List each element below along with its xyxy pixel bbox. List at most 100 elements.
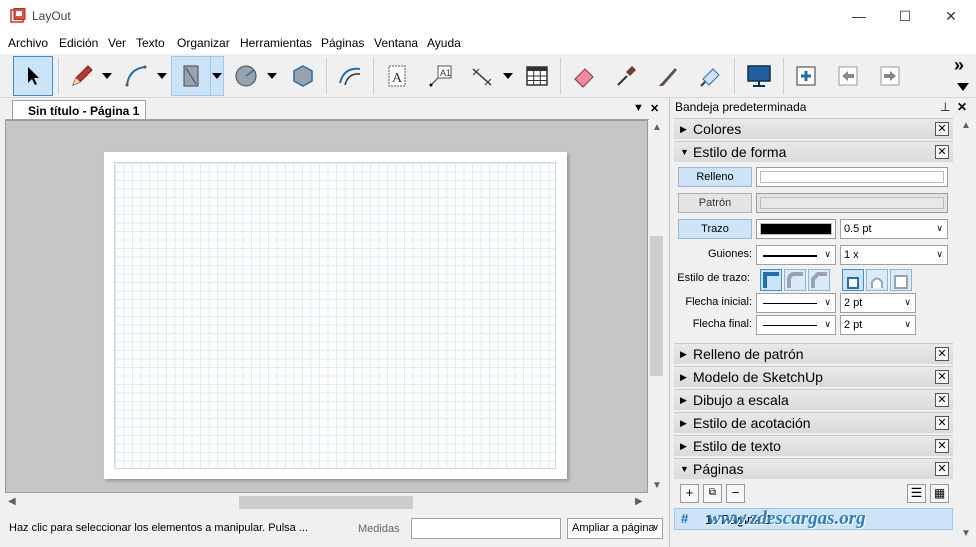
toolbar-options-dropdown[interactable] <box>957 80 969 94</box>
tray-close-icon[interactable]: ✕ <box>957 100 967 114</box>
panel-close-icon[interactable]: ✕ <box>935 370 949 384</box>
dash-scale-select[interactable]: 1 x ∨ <box>840 245 948 265</box>
document-tab-menu[interactable]: ▼ <box>633 102 644 114</box>
previous-page-button[interactable] <box>828 56 868 96</box>
add-page-small-button[interactable]: + <box>680 484 699 503</box>
menu-organizar[interactable]: Organizar <box>177 36 230 50</box>
text-tool-button[interactable]: A <box>377 56 417 96</box>
presentation-button[interactable] <box>739 56 779 96</box>
stroke-color-swatch[interactable] <box>756 219 836 239</box>
pattern-swatch[interactable] <box>756 193 948 213</box>
menu-texto[interactable]: Texto <box>136 36 165 50</box>
panel-estilo-acotacion[interactable]: ▶ Estilo de acotación ✕ <box>674 412 953 433</box>
maximize-button[interactable]: ☐ <box>882 0 928 32</box>
rectangle-icon <box>183 65 199 87</box>
offset-tool-button[interactable] <box>330 56 370 96</box>
menu-ver[interactable]: Ver <box>108 36 126 50</box>
line-tool-dropdown[interactable] <box>100 68 114 84</box>
panel-close-icon[interactable]: ✕ <box>935 439 949 453</box>
select-tool-button[interactable] <box>13 56 53 96</box>
menu-edicion[interactable]: Edición <box>59 36 98 50</box>
close-window-button[interactable]: ✕ <box>928 0 974 32</box>
dimension-tool-button[interactable] <box>462 56 502 96</box>
page-sheet[interactable] <box>104 152 567 479</box>
label-tool-button[interactable]: A1 <box>420 56 460 96</box>
thumbnail-view-button[interactable]: ▦ <box>930 484 949 503</box>
panel-close-icon[interactable]: ✕ <box>935 145 949 159</box>
panel-dibujo-escala[interactable]: ▶ Dibujo a escala ✕ <box>674 389 953 410</box>
status-bar: Haz clic para seleccionar los elementos … <box>0 514 669 547</box>
scroll-left-icon[interactable]: ◀ <box>8 496 16 507</box>
cap-square-button[interactable] <box>890 269 912 291</box>
vertical-scrollbar[interactable]: ▲ ▼ <box>648 120 665 493</box>
rectangle-tool-dropdown[interactable] <box>210 56 224 96</box>
scroll-right-icon[interactable]: ▶ <box>635 496 643 507</box>
panel-close-icon[interactable]: ✕ <box>935 122 949 136</box>
scroll-up-icon[interactable]: ▲ <box>961 120 971 131</box>
document-tab[interactable]: Sin título - Página 1 <box>12 100 146 120</box>
join-round-button[interactable] <box>784 269 806 291</box>
scroll-up-icon[interactable]: ▲ <box>652 122 662 133</box>
scroll-down-icon[interactable]: ▼ <box>961 528 971 539</box>
stroke-toggle-button[interactable]: Trazo <box>678 219 752 239</box>
split-tool-button[interactable] <box>648 56 688 96</box>
rectangle-tool-button[interactable] <box>171 56 211 96</box>
end-arrow-select[interactable]: ∨ <box>756 315 836 335</box>
menu-ventana[interactable]: Ventana <box>374 36 418 50</box>
zoom-select[interactable]: Ampliar a página ∨ <box>567 518 663 539</box>
menu-archivo[interactable]: Archivo <box>8 36 48 50</box>
eraser-tool-button[interactable] <box>564 56 604 96</box>
pin-icon[interactable]: ⊥ <box>940 100 950 114</box>
panel-close-icon[interactable]: ✕ <box>935 462 949 476</box>
panel-relleno-patron[interactable]: ▶ Relleno de patrón ✕ <box>674 343 953 364</box>
document-tab-close[interactable]: ✕ <box>650 102 659 115</box>
horizontal-scrollbar[interactable]: ◀ ▶ <box>5 494 648 511</box>
start-arrow-size-select[interactable]: 2 pt ∨ <box>840 293 916 313</box>
cap-flat-button[interactable] <box>842 269 864 291</box>
horizontal-scroll-thumb[interactable] <box>239 496 413 509</box>
join-miter-button[interactable] <box>760 269 782 291</box>
measurements-input[interactable] <box>411 518 561 539</box>
start-arrow-select[interactable]: ∨ <box>756 293 836 313</box>
fill-toggle-button[interactable]: Relleno <box>678 167 752 187</box>
stroke-width-select[interactable]: 0.5 pt ∨ <box>840 219 948 239</box>
join-bevel-button[interactable] <box>808 269 830 291</box>
panel-estilo-forma[interactable]: ▼ Estilo de forma ✕ <box>674 141 953 162</box>
panel-estilo-texto[interactable]: ▶ Estilo de texto ✕ <box>674 435 953 456</box>
polygon-tool-button[interactable] <box>283 56 323 96</box>
toolbar-overflow-button[interactable]: » <box>954 55 964 76</box>
fill-color-swatch[interactable] <box>756 167 948 187</box>
next-page-button[interactable] <box>870 56 910 96</box>
panel-close-icon[interactable]: ✕ <box>935 393 949 407</box>
menu-ayuda[interactable]: Ayuda <box>427 36 461 50</box>
vertical-scroll-thumb[interactable] <box>650 236 663 376</box>
circle-tool-button[interactable] <box>226 56 266 96</box>
menu-paginas[interactable]: Páginas <box>321 36 364 50</box>
pattern-toggle-button[interactable]: Patrón <box>678 193 752 213</box>
end-arrow-size-select[interactable]: 2 pt ∨ <box>840 315 916 335</box>
menu-herramientas[interactable]: Herramientas <box>240 36 312 50</box>
line-tool-button[interactable] <box>62 56 102 96</box>
panel-dibujo-escala-label: Dibujo a escala <box>693 392 789 408</box>
panel-modelo-sketchup[interactable]: ▶ Modelo de SketchUp ✕ <box>674 366 953 387</box>
arc-tool-dropdown[interactable] <box>155 68 169 84</box>
delete-page-button[interactable]: − <box>726 484 745 503</box>
panel-close-icon[interactable]: ✕ <box>935 347 949 361</box>
join-tool-button[interactable] <box>690 56 730 96</box>
duplicate-page-button[interactable]: ⧉ <box>703 484 722 503</box>
add-page-button[interactable] <box>786 56 826 96</box>
tray-scrollbar[interactable]: ▲ ▼ <box>957 118 974 542</box>
panel-close-icon[interactable]: ✕ <box>935 416 949 430</box>
minimize-button[interactable]: — <box>836 0 882 32</box>
circle-tool-dropdown[interactable] <box>265 68 279 84</box>
arc-tool-button[interactable] <box>116 56 156 96</box>
list-view-button[interactable]: ☰ <box>907 484 926 503</box>
panel-colores[interactable]: ▶ Colores ✕ <box>674 118 953 139</box>
table-tool-button[interactable] <box>517 56 557 96</box>
dimension-tool-dropdown[interactable] <box>501 68 515 84</box>
scroll-down-icon[interactable]: ▼ <box>652 480 662 491</box>
style-picker-button[interactable] <box>606 56 646 96</box>
dash-pattern-select[interactable]: ∨ <box>756 245 836 265</box>
cap-round-button[interactable] <box>866 269 888 291</box>
panel-paginas[interactable]: ▼ Páginas ✕ <box>674 458 953 479</box>
